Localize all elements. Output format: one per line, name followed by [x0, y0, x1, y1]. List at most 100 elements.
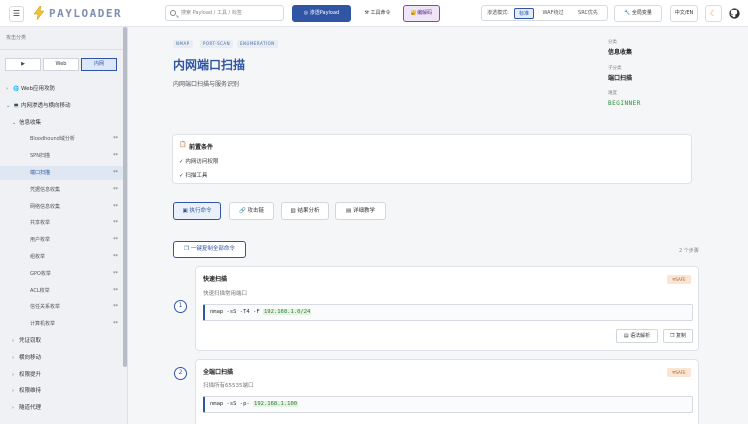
- sidebar-item[interactable]: 组枚举 **: [0, 250, 124, 264]
- chevron-right-icon[interactable]: ›: [12, 401, 14, 415]
- sidebar-item[interactable]: 信任关系枚举 **: [0, 300, 124, 314]
- result-analysis-button[interactable]: ▥ 结果分析: [281, 202, 329, 220]
- chevron-right-icon[interactable]: ›: [6, 82, 8, 96]
- chevron-right-icon[interactable]: ›: [12, 384, 14, 398]
- sidebar-item-badge: **: [113, 287, 118, 294]
- divider: [0, 49, 127, 50]
- attack-chain-button[interactable]: 🔗 攻击链: [229, 202, 274, 220]
- step-number: 2: [174, 367, 187, 380]
- tag-nmap[interactable]: NMAP: [173, 40, 193, 48]
- prereq-item: ✓ 内网访问权限: [179, 159, 219, 165]
- step-count: 2 个步骤: [679, 248, 699, 254]
- sidebar-item[interactable]: 网络信息收集 **: [0, 200, 124, 214]
- step-description: 快速扫描常用端口: [203, 291, 248, 297]
- mode-label: 渗透模式:: [487, 10, 509, 16]
- sidebar-item-badge: **: [113, 304, 118, 311]
- chevron-right-icon[interactable]: ›: [12, 351, 14, 365]
- sidebar-item-label: 共享枚举: [30, 220, 51, 227]
- sidebar-item[interactable]: SPN扫描 **: [0, 149, 124, 163]
- tools-button-label: 工具命令: [370, 10, 391, 16]
- sidebar-item-label: 横向移动: [19, 354, 42, 361]
- command-box[interactable]: nmap -sS -p- 192.168.1.100: [203, 396, 693, 413]
- sidebar-item[interactable]: 用户枚举 **: [0, 233, 124, 247]
- sidebar-item[interactable]: › 隧道代理: [0, 401, 124, 415]
- sidebar-item-label: ACL枚举: [30, 287, 50, 294]
- menu-icon[interactable]: ☰: [9, 6, 24, 22]
- sidebar-item-badge: **: [113, 170, 118, 176]
- chevron-down-icon[interactable]: ⌄: [6, 99, 10, 113]
- codec-button[interactable]: 🔐编解码: [403, 5, 440, 22]
- copy-label: 复制: [676, 333, 687, 339]
- tutorial-button[interactable]: ▤ 详细教学: [335, 202, 386, 220]
- prereq-title: 前置条件: [189, 144, 214, 151]
- safe-badge-label: SAFE: [675, 277, 686, 282]
- sidebar-item[interactable]: Bloodhound域分析 **: [0, 132, 124, 146]
- page-subtitle: 内网端口扫描与服务识别: [173, 81, 240, 88]
- payload-button[interactable]: ◎ 渗透Payload: [292, 5, 351, 22]
- sidebar-scrollbar[interactable]: [123, 27, 127, 367]
- sidebar-item[interactable]: ⌄ 信息收集: [0, 116, 124, 130]
- tools-button[interactable]: ⚒ 工具命令: [356, 5, 399, 22]
- sidebar-item[interactable]: 凭据信息收集 **: [0, 183, 124, 197]
- mode-src[interactable]: SRC优先: [572, 8, 604, 19]
- subcategory-value: 端口扫描: [608, 75, 633, 82]
- sidebar-item-label: 用户枚举: [30, 237, 51, 244]
- chevron-right-icon[interactable]: ›: [12, 334, 14, 348]
- step-card: 全端口扫描 扫描所有65535端口 ⛨SAFE nmap -sS -p- 192…: [195, 359, 699, 424]
- clipboard-icon: 📋: [179, 141, 187, 148]
- safe-badge: ⛨SAFE: [667, 275, 691, 284]
- moon-icon[interactable]: ☾: [705, 5, 722, 22]
- sidebar-item[interactable]: GPO枚举 **: [0, 267, 124, 281]
- chevron-down-icon[interactable]: ⌄: [12, 116, 16, 130]
- tab-intranet[interactable]: 内网: [81, 58, 117, 71]
- sidebar-item[interactable]: 共享枚举 **: [0, 216, 124, 230]
- execute-commands-button[interactable]: ▣ 执行命令: [173, 202, 221, 220]
- tab-play[interactable]: ▶: [5, 58, 41, 71]
- tag-enumeration[interactable]: ENUMERATION: [237, 40, 278, 48]
- sidebar-item[interactable]: ACL枚举 **: [0, 284, 124, 298]
- logo[interactable]: PAYLOADER: [33, 4, 122, 22]
- global-vars-button[interactable]: 🔧 全局变量: [614, 5, 662, 22]
- command-box[interactable]: nmap -sS -T4 -F 192.168.1.0/24: [203, 304, 693, 321]
- sidebar-item-badge: **: [113, 270, 118, 277]
- sidebar-item[interactable]: › 权限提升: [0, 368, 124, 382]
- sidebar-item-badge: **: [113, 237, 118, 244]
- chevron-right-icon[interactable]: ›: [12, 368, 14, 382]
- tab-web[interactable]: Web: [43, 58, 79, 71]
- safe-badge: ⛨SAFE: [667, 368, 691, 377]
- command-target[interactable]: 192.168.1.100: [253, 401, 299, 407]
- search-input[interactable]: 搜索 Payload / 工具 / 标签: [165, 5, 284, 21]
- sidebar-item[interactable]: 端口扫描 **: [0, 166, 124, 180]
- sidebar-item-label: GPO枚举: [30, 270, 51, 277]
- sidebar-item[interactable]: 计算机枚举 **: [0, 317, 124, 331]
- copy-all-button[interactable]: ❐ 一键复制全部命令: [173, 241, 246, 258]
- copy-button[interactable]: ❐ 复制: [663, 329, 693, 343]
- sidebar-item-label: 端口扫描: [30, 170, 51, 176]
- command-target[interactable]: 192.168.1.0/24: [262, 309, 312, 315]
- sidebar-item-badge: **: [113, 203, 118, 210]
- sidebar-item[interactable]: › 🌐 Web应用攻防: [0, 82, 124, 96]
- book-icon: ▤: [346, 208, 353, 214]
- mode-waf[interactable]: WAF绕过: [538, 8, 568, 19]
- prereq-item-text: 内网访问权限: [185, 159, 219, 165]
- step-title: 全端口扫描: [203, 369, 234, 376]
- github-icon[interactable]: [729, 8, 740, 19]
- sidebar-item-label: 权限维持: [19, 388, 42, 395]
- sidebar-item-label: 凭据信息收集: [30, 186, 61, 193]
- sidebar-title: 攻击分类: [6, 35, 27, 41]
- logo-text: PAYLOADER: [49, 6, 123, 20]
- syntax-explain-button[interactable]: ▤ 语法解析: [616, 329, 658, 343]
- sidebar-item[interactable]: › 权限维持: [0, 384, 124, 398]
- tag-port-scan[interactable]: PORT-SCAN: [200, 40, 234, 48]
- sidebar-item[interactable]: › 凭证窃取: [0, 334, 124, 348]
- sidebar-item-badge: **: [113, 321, 118, 328]
- execute-label: 执行命令: [189, 208, 212, 214]
- sidebar: 攻击分类 ▶ Web 内网 › 🌐 Web应用攻防 ⌄ 💻 内网渗透与横向移动 ⌄ 信息收集 B…: [0, 27, 128, 424]
- mode-standard[interactable]: 标准: [514, 8, 534, 19]
- sidebar-item[interactable]: ⌄ 💻 内网渗透与横向移动: [0, 99, 124, 113]
- sidebar-item-label: 信息收集: [19, 119, 42, 126]
- language-button[interactable]: 中文/EN: [670, 5, 698, 22]
- sidebar-item-label: 内网渗透与横向移动: [21, 102, 71, 109]
- result-analysis-label: 结果分析: [297, 208, 320, 214]
- sidebar-item[interactable]: › 横向移动: [0, 351, 124, 365]
